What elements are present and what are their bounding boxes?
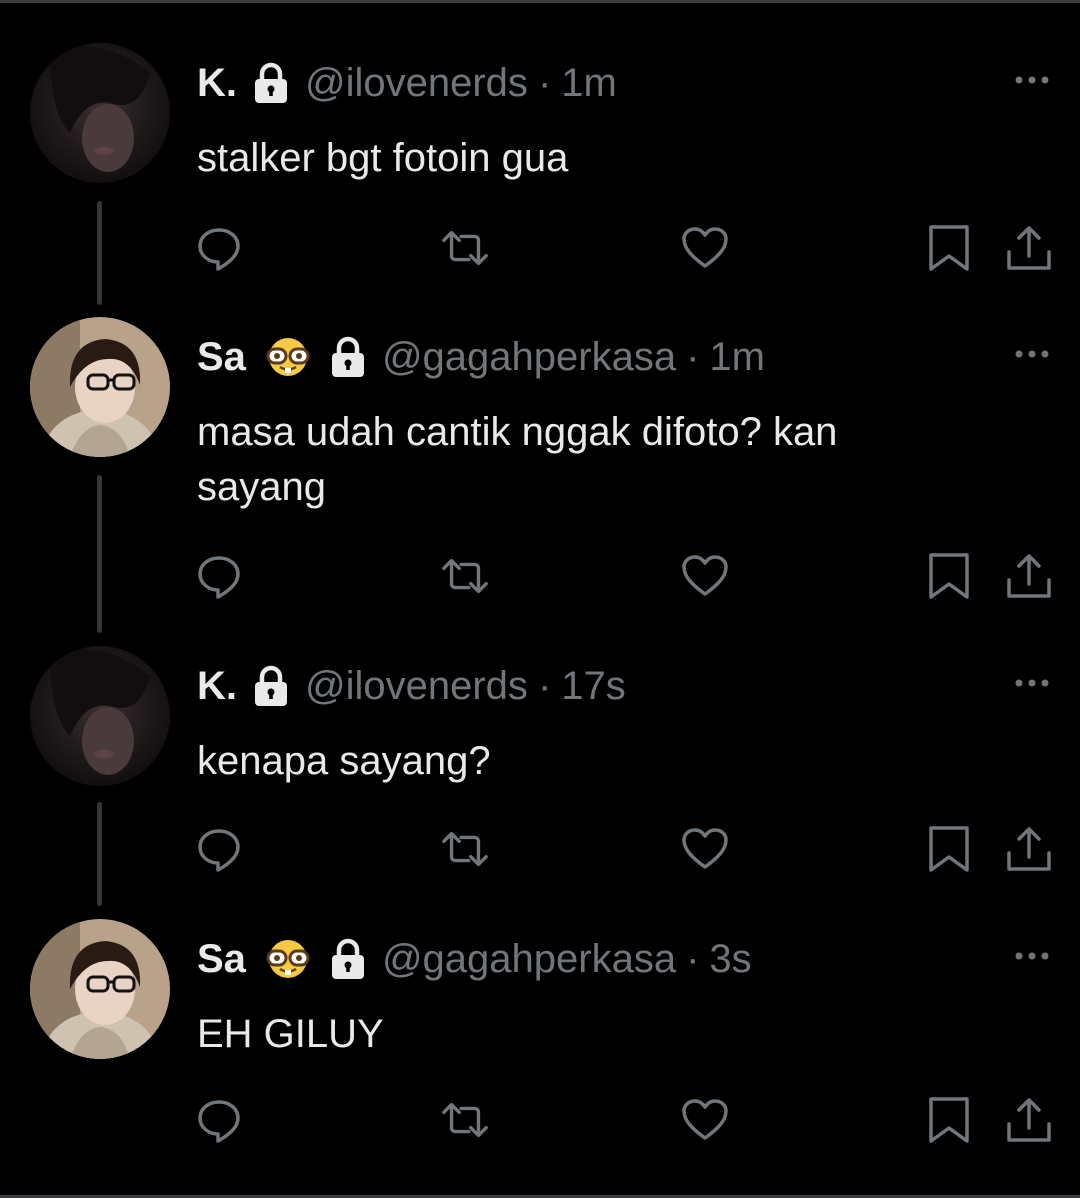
tweet-text: masa udah cantik nggak difoto? kan sayan…	[197, 410, 838, 509]
reply-icon[interactable]	[194, 824, 244, 874]
action-bar	[0, 551, 1080, 601]
tweet-header: Sa @gagahperkasa · 1m	[197, 331, 765, 383]
like-icon[interactable]	[680, 1095, 730, 1145]
retweet-icon[interactable]	[440, 824, 490, 874]
bookmark-icon[interactable]	[924, 1095, 974, 1145]
lock-icon	[330, 938, 366, 980]
tweet-text: EH GILUY	[197, 1012, 384, 1056]
handle[interactable]: @ilovenerds	[305, 664, 528, 709]
retweet-icon[interactable]	[440, 551, 490, 601]
avatar[interactable]	[30, 317, 170, 457]
action-bar	[0, 223, 1080, 273]
separator: ·	[537, 60, 552, 105]
more-options-icon[interactable]	[1012, 347, 1052, 361]
retweet-icon[interactable]	[440, 223, 490, 273]
reply-icon[interactable]	[194, 551, 244, 601]
lock-icon	[330, 336, 366, 378]
display-name[interactable]: Sa	[197, 335, 246, 380]
share-icon[interactable]	[1004, 1095, 1054, 1145]
retweet-icon[interactable]	[440, 1095, 490, 1145]
separator: ·	[537, 663, 552, 708]
timestamp[interactable]: 1m	[709, 335, 765, 380]
timestamp[interactable]: 17s	[561, 664, 626, 709]
handle[interactable]: @gagahperkasa	[382, 937, 676, 982]
share-icon[interactable]	[1004, 824, 1054, 874]
like-icon[interactable]	[680, 551, 730, 601]
nerd-face-emoji	[262, 939, 314, 979]
reply-icon[interactable]	[194, 223, 244, 273]
more-options-icon[interactable]	[1012, 676, 1052, 690]
nerd-face-emoji	[262, 337, 314, 377]
tweet-header: K. @ilovenerds · 1m	[197, 57, 617, 109]
action-bar	[0, 824, 1080, 874]
handle[interactable]: @ilovenerds	[305, 61, 528, 106]
timestamp[interactable]: 1m	[561, 61, 617, 106]
timestamp[interactable]: 3s	[709, 937, 751, 982]
share-icon[interactable]	[1004, 223, 1054, 273]
lock-icon	[253, 62, 289, 104]
avatar[interactable]	[30, 43, 170, 183]
bookmark-icon[interactable]	[924, 223, 974, 273]
avatar[interactable]	[30, 919, 170, 1059]
display-name[interactable]: K.	[197, 664, 237, 709]
reply-icon[interactable]	[194, 1095, 244, 1145]
lock-icon	[253, 665, 289, 707]
tweet-header: Sa @gagahperkasa · 3s	[197, 933, 752, 985]
share-icon[interactable]	[1004, 551, 1054, 601]
tweet-header: K. @ilovenerds · 17s	[197, 660, 626, 712]
separator: ·	[686, 936, 700, 981]
like-icon[interactable]	[680, 824, 730, 874]
like-icon[interactable]	[680, 223, 730, 273]
more-options-icon[interactable]	[1012, 949, 1052, 963]
conversation-thread: K. @ilovenerds · 1m stalker bgt fotoin g…	[0, 0, 1080, 1198]
more-options-icon[interactable]	[1012, 73, 1052, 87]
separator: ·	[686, 334, 700, 379]
display-name[interactable]: K.	[197, 61, 237, 106]
avatar[interactable]	[30, 646, 170, 786]
tweet-text: stalker bgt fotoin gua	[197, 136, 569, 180]
bookmark-icon[interactable]	[924, 551, 974, 601]
display-name[interactable]: Sa	[197, 937, 246, 982]
action-bar	[0, 1095, 1080, 1145]
handle[interactable]: @gagahperkasa	[382, 335, 676, 380]
tweet-text: kenapa sayang?	[197, 739, 491, 783]
bookmark-icon[interactable]	[924, 824, 974, 874]
